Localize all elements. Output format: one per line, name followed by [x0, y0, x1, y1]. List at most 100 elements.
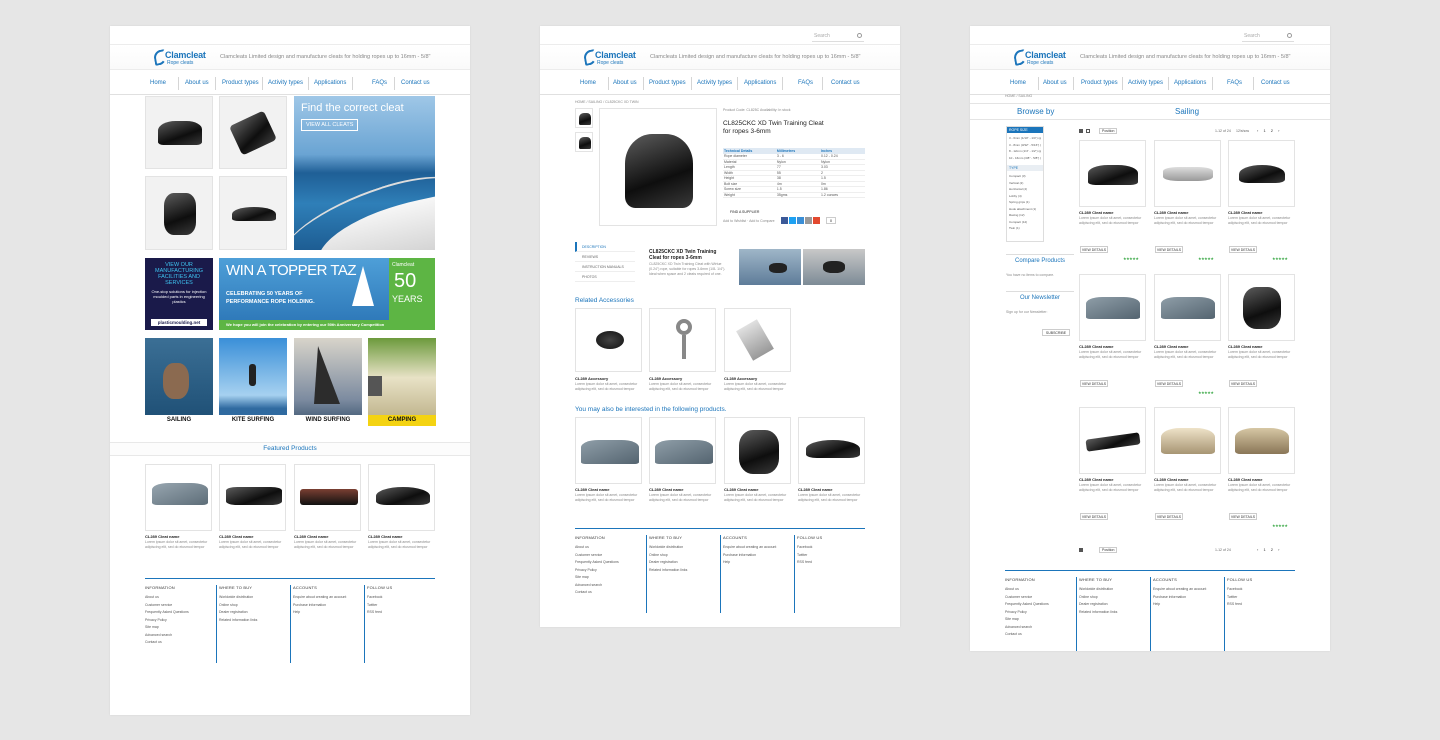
product-name[interactable]: CL289 Cleat name — [294, 534, 328, 539]
find-supplier-link[interactable]: FIND A SUPPLIER — [730, 210, 759, 215]
clamcleat-logo[interactable]: Clamcleat Rope cleats — [582, 49, 640, 67]
product-name[interactable]: CL289 Cleat name — [1154, 210, 1188, 215]
usage-photo[interactable] — [739, 249, 801, 285]
nav-faqs[interactable]: FAQs — [1227, 80, 1242, 86]
product-card[interactable] — [1228, 140, 1295, 207]
nav-home[interactable]: Home — [1010, 80, 1026, 86]
product-card[interactable] — [649, 417, 716, 484]
view-details-button[interactable]: VIEW DETAILS — [1229, 380, 1257, 387]
product-tile[interactable] — [219, 96, 287, 169]
list-view-icon[interactable] — [1086, 129, 1090, 133]
pagination[interactable]: ‹ 1 2 › — [1257, 128, 1281, 133]
product-name[interactable]: CL289 Cleat name — [1228, 477, 1262, 482]
breadcrumb[interactable]: HOME / SAILING / CL825CKC XD TWIN — [575, 100, 639, 105]
nav-applications[interactable]: Applications — [314, 80, 346, 86]
filter-option[interactable]: 3 - 6mm (1/10" - 1/4") (qty: 1) — [1009, 135, 1041, 142]
product-name[interactable]: CL289 Cleat name — [1079, 477, 1113, 482]
main-product-image[interactable] — [599, 108, 717, 226]
view-details-button[interactable]: VIEW DETAILS — [1080, 513, 1108, 520]
nav-contact[interactable]: Contact us — [831, 80, 860, 86]
search-icon[interactable] — [1287, 33, 1292, 38]
product-name[interactable]: CL289 Cleat name — [219, 534, 253, 539]
nav-home[interactable]: Home — [150, 80, 166, 86]
sort-select[interactable]: Position — [1099, 128, 1118, 134]
search-input[interactable]: Search — [1242, 31, 1294, 42]
product-card[interactable] — [219, 464, 286, 531]
per-page-select[interactable]: 12/show — [1236, 129, 1249, 133]
nav-activity-types[interactable]: Activity types — [697, 80, 732, 86]
product-name[interactable]: CL289 Cleat name — [798, 487, 832, 492]
clamcleat-logo[interactable]: Clamcleat Rope cleats — [1012, 49, 1070, 67]
product-card[interactable] — [1228, 274, 1295, 341]
manufacturing-promo[interactable]: VIEW OUR MANUFACTURING FACILITIES AND SE… — [145, 258, 213, 330]
subscribe-button[interactable]: SUBSCRIBE — [1042, 329, 1070, 336]
product-card[interactable] — [368, 464, 435, 531]
product-name[interactable]: CL289 Cleat name — [1228, 344, 1262, 349]
product-card[interactable] — [1154, 140, 1221, 207]
product-card[interactable] — [1154, 274, 1221, 341]
product-name[interactable]: CL289 Cleat name — [575, 487, 609, 492]
product-tile[interactable] — [219, 176, 287, 250]
product-name[interactable]: CL289 Cleat name — [1079, 210, 1113, 215]
product-name[interactable]: CL289 Cleat name — [649, 487, 683, 492]
nav-contact[interactable]: Contact us — [401, 80, 430, 86]
view-all-cleats-button[interactable]: VIEW ALL CLEATS — [301, 119, 359, 131]
search-icon[interactable] — [857, 33, 862, 38]
accessory-card[interactable] — [649, 308, 716, 372]
product-card[interactable] — [1079, 407, 1146, 474]
wishlist-compare-links[interactable]: Add to Wishlist · Add to Compare — [723, 219, 775, 224]
product-tile[interactable] — [145, 96, 213, 169]
nav-faqs[interactable]: FAQs — [372, 80, 387, 86]
thumbnail[interactable] — [575, 132, 593, 152]
breadcrumb[interactable]: HOME / SAILING — [1005, 94, 1032, 99]
product-card[interactable] — [575, 417, 642, 484]
nav-applications[interactable]: Applications — [744, 80, 776, 86]
product-card[interactable] — [1079, 274, 1146, 341]
accessory-name[interactable]: CL289 Accessory — [575, 376, 608, 381]
nav-product-types[interactable]: Product types — [1081, 80, 1118, 86]
tab-description[interactable]: DESCRIPTION — [575, 242, 635, 252]
nav-product-types[interactable]: Product types — [222, 80, 259, 86]
accessory-card[interactable] — [575, 308, 642, 372]
product-card[interactable] — [1228, 407, 1295, 474]
pagination[interactable]: ‹ 1 2 › — [1257, 547, 1281, 552]
promo-url[interactable]: plasticmoulding.net — [151, 319, 207, 326]
tab-photos[interactable]: PHOTOS — [575, 272, 635, 282]
nav-contact[interactable]: Contact us — [1261, 80, 1290, 86]
filter-option[interactable]: 8 - 12mm (1/4" - 1/2") (qty: 1) — [1009, 148, 1041, 155]
accessory-name[interactable]: CL289 Accessory — [724, 376, 757, 381]
activity-camping[interactable]: CAMPING — [368, 338, 436, 426]
view-details-button[interactable]: VIEW DETAILS — [1155, 246, 1183, 253]
clamcleat-logo[interactable]: Clamcleat Rope cleats — [152, 49, 210, 67]
nav-about[interactable]: About us — [185, 80, 209, 86]
product-name[interactable]: CL289 Cleat name — [1154, 344, 1188, 349]
product-name[interactable]: CL289 Cleat name — [1154, 477, 1188, 482]
nav-activity-types[interactable]: Activity types — [268, 80, 303, 86]
tab-instruction-manuals[interactable]: INSTRUCTION MANUALS — [575, 262, 635, 272]
nav-home[interactable]: Home — [580, 80, 596, 86]
nav-activity-types[interactable]: Activity types — [1128, 80, 1163, 86]
view-details-button[interactable]: VIEW DETAILS — [1229, 513, 1257, 520]
product-card[interactable] — [1154, 407, 1221, 474]
product-name[interactable]: CL289 Cleat name — [724, 487, 758, 492]
sort-select[interactable]: Position — [1099, 547, 1118, 553]
product-name[interactable]: CL289 Cleat name — [368, 534, 402, 539]
nav-product-types[interactable]: Product types — [649, 80, 686, 86]
filter-option[interactable]: 10 - 16mm (3/8" - 5/8") (qty: 1) — [1009, 155, 1041, 162]
view-details-button[interactable]: VIEW DETAILS — [1155, 380, 1183, 387]
nav-about[interactable]: About us — [613, 80, 637, 86]
activity-wind-surfing[interactable]: WIND SURFING — [294, 338, 362, 426]
nav-applications[interactable]: Applications — [1174, 80, 1206, 86]
product-name[interactable]: CL289 Cleat name — [145, 534, 179, 539]
product-tile[interactable] — [145, 176, 213, 250]
view-details-button[interactable]: VIEW DETAILS — [1229, 246, 1257, 253]
thumbnail[interactable] — [575, 108, 593, 128]
filter-option[interactable]: Twin (1) — [1009, 225, 1041, 232]
activity-kite-surfing[interactable]: KITE SURFING — [219, 338, 287, 426]
nav-about[interactable]: About us — [1043, 80, 1067, 86]
product-card[interactable] — [1079, 140, 1146, 207]
activity-sailing[interactable]: SAILING — [145, 338, 213, 426]
view-details-button[interactable]: VIEW DETAILS — [1080, 380, 1108, 387]
search-input[interactable]: Search — [812, 31, 864, 42]
view-details-button[interactable]: VIEW DETAILS — [1080, 246, 1108, 253]
